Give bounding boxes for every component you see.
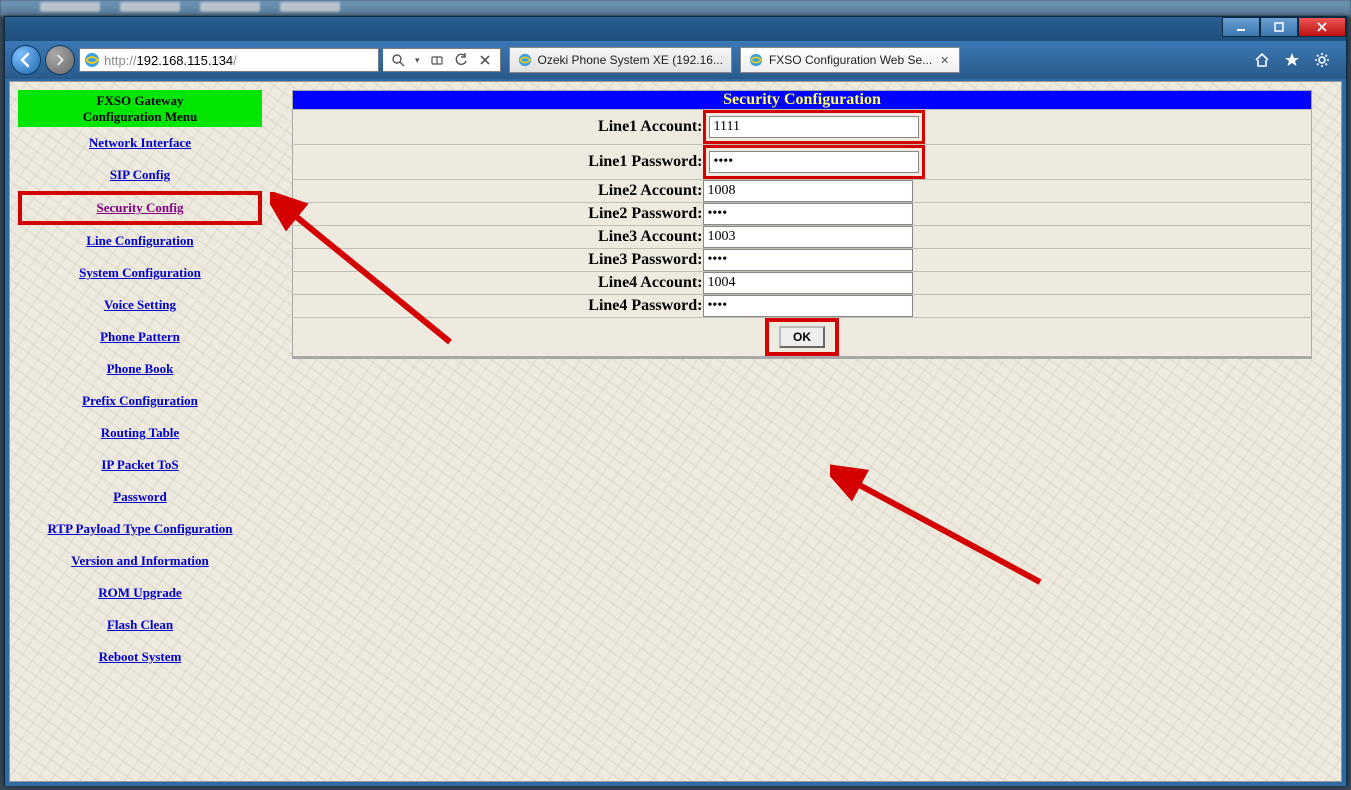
label-line1-account: Line1 Account: [293,110,703,145]
label-line2-password: Line2 Password: [293,203,703,226]
address-bar[interactable]: http://192.168.115.134/ [79,48,379,72]
sidebar-item-phone-book[interactable]: Phone Book [18,353,262,385]
annotation-highlight-sidebar: Security Config [18,191,262,225]
sidebar-item-version-info[interactable]: Version and Information [18,545,262,577]
window-close-button[interactable] [1298,17,1346,37]
input-line4-password[interactable] [703,295,913,317]
sidebar: FXSO Gateway Configuration Menu Network … [18,90,262,673]
security-config-form: Security Configuration Line1 Account: Li… [292,90,1312,359]
ie-icon [749,53,763,67]
annotation-highlight-input [703,110,925,144]
sidebar-item-prefix-configuration[interactable]: Prefix Configuration [18,385,262,417]
address-bar-text: http://192.168.115.134/ [104,53,374,68]
stop-icon[interactable] [478,53,492,67]
window-titlebar [5,17,1346,41]
form-title: Security Configuration [293,91,1312,110]
label-line1-password: Line1 Password: [293,145,703,180]
input-line1-password[interactable] [709,151,919,173]
label-line3-password: Line3 Password: [293,249,703,272]
sidebar-item-rom-upgrade[interactable]: ROM Upgrade [18,577,262,609]
ie-icon [84,52,100,68]
page-content: FXSO Gateway Configuration Menu Network … [9,81,1342,782]
input-line1-account[interactable] [709,116,919,138]
sidebar-item-voice-setting[interactable]: Voice Setting [18,289,262,321]
main-panel: Security Configuration Line1 Account: Li… [292,90,1333,673]
input-line4-account[interactable] [703,272,913,294]
sidebar-item-line-configuration[interactable]: Line Configuration [18,225,262,257]
tab-close-icon[interactable]: ✕ [938,54,951,67]
browser-window: http://192.168.115.134/ ▾ Ozeki Phone Sy… [4,16,1347,786]
sidebar-item-rtp-payload-type[interactable]: RTP Payload Type Configuration [18,513,262,545]
input-line3-password[interactable] [703,249,913,271]
sidebar-item-phone-pattern[interactable]: Phone Pattern [18,321,262,353]
sidebar-item-routing-table[interactable]: Routing Table [18,417,262,449]
sidebar-item-system-configuration[interactable]: System Configuration [18,257,262,289]
dropdown-caret-icon[interactable]: ▾ [415,55,420,66]
nav-forward-button[interactable] [45,45,75,75]
sidebar-item-flash-clean[interactable]: Flash Clean [18,609,262,641]
browser-tab-0[interactable]: Ozeki Phone System XE (192.16... [509,47,732,73]
sidebar-item-ip-packet-tos[interactable]: IP Packet ToS [18,449,262,481]
window-maximize-button[interactable] [1260,17,1298,37]
tab-title: Ozeki Phone System XE (192.16... [538,53,723,67]
address-bar-controls[interactable]: ▾ [383,48,501,72]
nav-back-button[interactable] [11,45,41,75]
window-minimize-button[interactable] [1222,17,1260,37]
sidebar-item-sip-config[interactable]: SIP Config [18,159,262,191]
label-line3-account: Line3 Account: [293,226,703,249]
ok-button[interactable]: OK [779,326,825,348]
input-line3-account[interactable] [703,226,913,248]
home-icon[interactable] [1254,52,1270,68]
sidebar-item-security-config[interactable]: Security Config [22,197,258,219]
sidebar-item-network-interface[interactable]: Network Interface [18,127,262,159]
label-line4-password: Line4 Password: [293,295,703,318]
annotation-highlight-input [703,145,925,179]
sidebar-item-password[interactable]: Password [18,481,262,513]
favorites-icon[interactable] [1284,52,1300,68]
gear-icon[interactable] [1314,52,1330,68]
input-line2-password[interactable] [703,203,913,225]
input-line2-account[interactable] [703,180,913,202]
desktop-taskbar-blur [0,0,1351,16]
sidebar-header: FXSO Gateway Configuration Menu [18,90,262,127]
browser-tab-1[interactable]: FXSO Configuration Web Se... ✕ [740,47,960,73]
search-icon[interactable] [391,53,405,67]
sidebar-item-reboot-system[interactable]: Reboot System [18,641,262,673]
ie-icon [518,53,532,67]
compat-icon[interactable] [430,53,444,67]
tab-title: FXSO Configuration Web Se... [769,53,932,67]
annotation-highlight-ok: OK [765,318,839,356]
label-line4-account: Line4 Account: [293,272,703,295]
toolbar-right-icons [1254,52,1340,68]
label-line2-account: Line2 Account: [293,180,703,203]
browser-toolbar: http://192.168.115.134/ ▾ Ozeki Phone Sy… [5,41,1346,79]
refresh-icon[interactable] [454,53,468,67]
